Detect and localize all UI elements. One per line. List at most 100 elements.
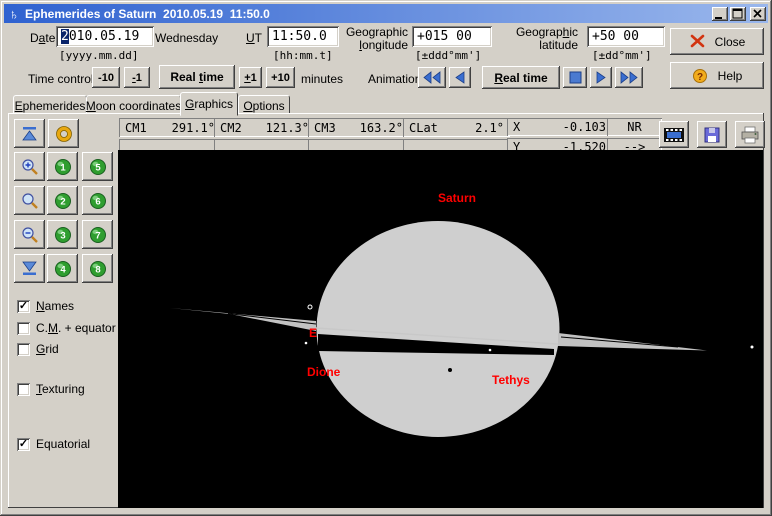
checkbox-cm-equator[interactable]: C.M. + equator (17, 321, 116, 335)
green-sphere-icon: 2 (54, 192, 72, 210)
date-format-hint: [yyyy.mm.dd] (59, 49, 138, 62)
nr-readout: NR (607, 118, 662, 136)
label-dione: Dione (307, 365, 341, 379)
latitude-input[interactable]: +50 00 (587, 26, 665, 47)
green-sphere-icon: 1 (54, 158, 72, 176)
cm2-readout: CM2121.3° (214, 118, 315, 137)
saturn-graphics-canvas[interactable]: Saturn E Dione Tethys (118, 150, 763, 508)
moon-button-6[interactable]: 6 (82, 186, 113, 215)
ut-input[interactable]: 11:50.0 (267, 26, 339, 47)
moon-button-5[interactable]: 5 (82, 152, 113, 181)
checkbox-texturing-box[interactable] (17, 383, 30, 396)
animation-stop-button[interactable] (563, 67, 587, 88)
latitude-format-hint: [±dd°mm'] (592, 49, 652, 62)
tab-graphics[interactable]: Graphics (180, 92, 238, 116)
longitude-format-hint: [±ddd°mm'] (415, 49, 481, 62)
longitude-label: Geographiclongitude (340, 26, 408, 52)
magnifier-icon (21, 192, 39, 210)
saturn-view: Saturn E Dione Tethys (118, 150, 763, 508)
triangle-down-to-line-icon (21, 260, 38, 277)
zoom-out-icon (21, 226, 39, 244)
zoom-out-button[interactable] (14, 220, 45, 249)
time-real-time-button[interactable]: Real time (159, 65, 235, 89)
time-minus-10-button[interactable]: -10 (92, 67, 120, 88)
minimize-button[interactable] (712, 7, 728, 21)
film-strip-icon (663, 126, 685, 144)
help-button[interactable]: ? Help (670, 62, 764, 89)
green-sphere-icon: 5 (89, 158, 107, 176)
triangle-up-to-line-icon (21, 125, 38, 142)
save-button[interactable] (697, 121, 727, 148)
date-label: Date (30, 31, 55, 45)
green-sphere-icon: 4 (54, 260, 72, 278)
checkbox-grid-box[interactable] (17, 343, 30, 356)
svg-text:?: ? (697, 72, 703, 83)
title-bar[interactable]: ♄ Ephemerides of Saturn 2010.05.19 11:50… (4, 4, 768, 23)
checkbox-equatorial[interactable]: ✓ Equatorial (17, 437, 90, 451)
floppy-disk-icon (703, 126, 721, 144)
time-minus-1-button[interactable]: -1 (124, 67, 150, 88)
weekday-label: Wednesday (155, 31, 218, 45)
longitude-input[interactable]: +015 00 (412, 26, 492, 47)
green-sphere-icon: 3 (54, 226, 72, 244)
checkbox-grid[interactable]: Grid (17, 342, 59, 356)
moon-dot (308, 305, 312, 309)
maximize-button[interactable] (730, 7, 746, 21)
time-control-label: Time control (28, 72, 94, 86)
window-close-button[interactable] (750, 7, 766, 21)
svg-text:4: 4 (60, 264, 66, 275)
go-south-pole-button[interactable] (14, 254, 45, 283)
checkbox-cm-equator-box[interactable] (17, 322, 30, 335)
cm1-readout: CM1291.1° (119, 118, 221, 137)
label-enceladus: E (309, 326, 317, 340)
moon-dot (751, 346, 754, 349)
animation-fast-forward-button[interactable] (615, 67, 643, 88)
play-icon (595, 71, 607, 84)
checkbox-texturing[interactable]: Texturing (17, 382, 85, 396)
ring-left-ansa (170, 308, 316, 331)
svg-text:2: 2 (60, 196, 65, 207)
fast-rewind-icon (422, 71, 442, 84)
ring-icon (55, 125, 73, 143)
checkbox-names[interactable]: ✓ Names (17, 299, 74, 313)
tab-options[interactable]: Options (238, 95, 290, 115)
animation-rewind-button[interactable] (449, 67, 471, 88)
tab-ephemerides[interactable]: Ephemerides (13, 95, 87, 115)
svg-text:3: 3 (60, 230, 65, 241)
green-sphere-icon: 6 (89, 192, 107, 210)
time-plus-10-button[interactable]: +10 (266, 67, 295, 88)
tab-moon-coordinates[interactable]: Moon coordinates (86, 95, 181, 115)
rewind-icon (454, 71, 466, 84)
checkbox-names-box[interactable]: ✓ (17, 300, 30, 313)
print-button[interactable] (735, 121, 765, 148)
time-plus-1-button[interactable]: +1 (239, 67, 262, 88)
rings-toggle-button[interactable] (48, 119, 79, 148)
moon-button-1[interactable]: 1 (47, 152, 78, 181)
animation-real-time-button[interactable]: Real time (482, 66, 560, 89)
movie-button[interactable] (659, 121, 689, 148)
checkbox-equatorial-box[interactable]: ✓ (17, 438, 30, 451)
cm3-readout: CM3163.2° (308, 118, 409, 137)
green-sphere-icon: 7 (89, 226, 107, 244)
minimize-icon (713, 8, 727, 20)
svg-text:7: 7 (95, 230, 100, 241)
ut-format-hint: [hh:mm.t] (273, 49, 333, 62)
moon-button-2[interactable]: 2 (47, 186, 78, 215)
app-window: ♄ Ephemerides of Saturn 2010.05.19 11:50… (0, 0, 772, 516)
red-x-icon (689, 34, 707, 49)
go-north-pole-button[interactable] (14, 119, 45, 148)
printer-icon (740, 126, 760, 144)
animation-fast-rewind-button[interactable] (418, 67, 446, 88)
label-saturn: Saturn (438, 191, 476, 205)
zoom-reset-button[interactable] (14, 186, 45, 215)
moon-button-8[interactable]: 8 (82, 254, 113, 283)
close-button[interactable]: Close (670, 28, 764, 55)
date-input[interactable]: 2010.05.19 (56, 26, 154, 47)
zoom-in-button[interactable] (14, 152, 45, 181)
animation-label: Animation (368, 72, 421, 86)
animation-play-button[interactable] (590, 67, 612, 88)
moon-button-4[interactable]: 4 (47, 254, 78, 283)
moon-dot (489, 349, 492, 352)
moon-button-7[interactable]: 7 (82, 220, 113, 249)
moon-button-3[interactable]: 3 (47, 220, 78, 249)
